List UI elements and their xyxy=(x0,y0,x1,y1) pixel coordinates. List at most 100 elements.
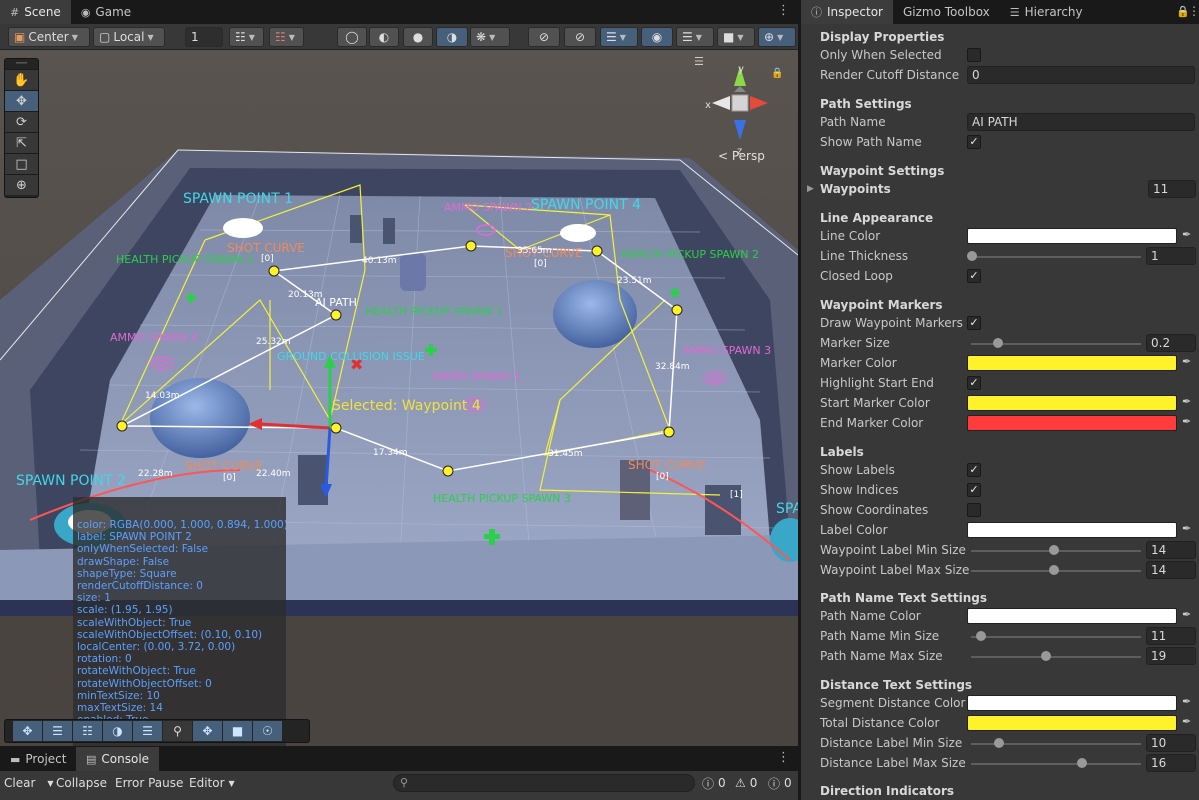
closed-loop-checkbox[interactable]: ✓ xyxy=(967,269,981,283)
highlight-start-end-checkbox[interactable]: ✓ xyxy=(967,376,981,390)
distance-label-min-field[interactable]: 10 xyxy=(1146,734,1196,752)
hamburger-icon[interactable]: ☰ xyxy=(694,55,704,68)
shaded-wireframe-button[interactable]: ◐ xyxy=(369,27,399,47)
wp-label-max-field[interactable]: 14 xyxy=(1146,561,1196,579)
camera-settings-dropdown[interactable]: ■ ▼ xyxy=(717,27,755,47)
eyedropper-icon[interactable]: ✒ xyxy=(1182,355,1191,368)
space-dropdown[interactable]: ▢ Local ▼ xyxy=(93,27,165,47)
draw-waypoint-markers-checkbox[interactable]: ✓ xyxy=(967,316,981,330)
overlay-pivot-button[interactable]: ✥ xyxy=(193,721,223,741)
eyedropper-icon[interactable]: ✒ xyxy=(1182,695,1191,708)
line-color-swatch[interactable] xyxy=(967,228,1177,244)
log-count-toggle[interactable]: ⓘ 0 xyxy=(698,773,730,793)
clear-button[interactable]: Clear ▼ xyxy=(0,773,58,793)
marker-size-field[interactable]: 0.2 xyxy=(1146,334,1196,352)
waypoints-foldout-label[interactable]: Waypoints xyxy=(820,182,891,196)
show-coordinates-checkbox[interactable] xyxy=(967,503,981,517)
wp-label-min-slider-knob[interactable] xyxy=(1049,545,1059,555)
unlit-shading-button[interactable]: ◑ xyxy=(436,27,468,47)
distance-label-max-slider[interactable] xyxy=(971,763,1141,765)
scene-viewport[interactable]: ✖ SPAWN POINT 1 SPAWN POINT 4 SPAWN POIN… xyxy=(0,50,798,746)
layers-visibility-dropdown[interactable]: ☰ ▼ xyxy=(676,27,714,47)
tab-scene[interactable]: # Scene xyxy=(0,0,71,24)
total-distance-color-swatch[interactable] xyxy=(967,715,1177,731)
scene-visibility-button[interactable]: ◉ xyxy=(641,27,673,47)
error-count-toggle[interactable]: ⓘ 0 xyxy=(764,773,796,793)
show-path-name-checkbox[interactable]: ✓ xyxy=(967,135,981,149)
overlay-compass-button[interactable]: ☉ xyxy=(253,721,283,741)
path-name-min-slider-knob[interactable] xyxy=(976,631,986,641)
scale-tool-button[interactable]: ⇱ xyxy=(5,132,38,153)
tab-gizmo-toolbox[interactable]: Gizmo Toolbox xyxy=(893,0,1000,24)
snap-increment-field[interactable]: 1 xyxy=(185,27,223,47)
console-search-input[interactable]: ⚲ xyxy=(393,774,695,792)
effects-dropdown[interactable]: ☰ ▼ xyxy=(600,27,638,47)
waypoints-count-field[interactable]: 11 xyxy=(1148,180,1196,198)
line-thickness-slider[interactable] xyxy=(971,256,1141,258)
start-marker-color-swatch[interactable] xyxy=(967,395,1177,411)
show-indices-checkbox[interactable]: ✓ xyxy=(967,483,981,497)
overlay-grid-button[interactable]: ☷ xyxy=(73,721,103,741)
tab-inspector[interactable]: ⓘ Inspector xyxy=(801,0,893,24)
end-marker-color-swatch[interactable] xyxy=(967,415,1177,431)
line-thickness-slider-knob[interactable] xyxy=(967,251,977,261)
eyedropper-icon[interactable]: ✒ xyxy=(1182,228,1191,241)
tab-game[interactable]: ◉ Game xyxy=(71,0,141,24)
path-name-max-slider-knob[interactable] xyxy=(1041,651,1051,661)
grid-visibility-dropdown[interactable]: ☷ ▼ xyxy=(269,27,304,47)
label-color-swatch[interactable] xyxy=(967,522,1177,538)
wp-label-min-field[interactable]: 14 xyxy=(1146,541,1196,559)
shaded-button[interactable]: ● xyxy=(403,27,433,47)
hand-tool-button[interactable]: ✋ xyxy=(5,69,38,90)
line-thickness-field[interactable]: 1 xyxy=(1146,247,1196,265)
render-cutoff-field[interactable]: 0 xyxy=(967,66,1195,84)
overlay-settings-button[interactable]: ☰ xyxy=(43,721,73,741)
marker-size-slider-knob[interactable] xyxy=(993,338,1003,348)
projection-toggle[interactable]: < Persp xyxy=(718,149,765,163)
move-tool-button[interactable]: ✥ xyxy=(5,90,38,111)
overlay-layers-button[interactable]: ☰ xyxy=(133,721,163,741)
distance-label-max-field[interactable]: 16 xyxy=(1146,754,1196,772)
foldout-arrow-icon[interactable]: ▶ xyxy=(807,184,814,194)
eyedropper-icon[interactable]: ✒ xyxy=(1182,522,1191,535)
path-name-color-swatch[interactable] xyxy=(967,608,1177,624)
wireframe-shading-button[interactable]: ◯ xyxy=(337,27,367,47)
tab-hierarchy[interactable]: ☰ Hierarchy xyxy=(1000,0,1093,24)
error-pause-button[interactable]: Error Pause xyxy=(111,773,187,793)
collapse-button[interactable]: Collapse xyxy=(52,773,111,793)
path-name-min-slider[interactable] xyxy=(971,636,1141,638)
overlay-camera-button[interactable]: ■ xyxy=(223,721,253,741)
wp-label-max-slider-knob[interactable] xyxy=(1049,565,1059,575)
distance-label-min-slider-knob[interactable] xyxy=(994,738,1004,748)
path-name-max-field[interactable]: 19 xyxy=(1146,647,1196,665)
marker-color-swatch[interactable] xyxy=(967,355,1177,371)
overlay-shading-button[interactable]: ◑ xyxy=(103,721,133,741)
gizmos-dropdown[interactable]: ⊕ ▼ xyxy=(758,27,796,47)
inspector-menu-icon[interactable]: ⋮ xyxy=(1188,4,1199,18)
console-menu-icon[interactable]: ⋮ xyxy=(777,750,790,765)
tab-console[interactable]: ▤ Console xyxy=(76,747,160,771)
lock-icon[interactable]: 🔒 xyxy=(771,68,783,79)
rect-tool-button[interactable]: □ xyxy=(5,153,38,174)
only-when-selected-checkbox[interactable] xyxy=(967,48,981,62)
warning-count-toggle[interactable]: ⚠ 0 xyxy=(731,773,761,793)
transform-tool-button[interactable]: ⊕ xyxy=(5,174,38,195)
overlay-search-button[interactable]: ⚲ xyxy=(163,721,193,741)
toggle-2d-button[interactable]: ⊘ xyxy=(528,27,560,47)
grid-snap-dropdown[interactable]: ☷ ▼ xyxy=(229,27,264,47)
debug-draw-mode-dropdown[interactable]: ❋ ▼ xyxy=(470,27,510,47)
path-name-max-slider[interactable] xyxy=(971,656,1141,658)
show-labels-checkbox[interactable]: ✓ xyxy=(967,463,981,477)
scene-menu-icon[interactable]: ⋮ xyxy=(777,3,790,18)
overlay-move-button[interactable]: ✥ xyxy=(13,721,43,741)
distance-label-max-slider-knob[interactable] xyxy=(1077,758,1087,768)
editor-dropdown[interactable]: Editor ▼ xyxy=(185,773,239,793)
segment-distance-color-swatch[interactable] xyxy=(967,695,1177,711)
eyedropper-icon[interactable]: ✒ xyxy=(1182,395,1191,408)
path-name-min-field[interactable]: 11 xyxy=(1146,627,1196,645)
drag-handle-icon[interactable]: ── xyxy=(5,59,38,69)
path-name-field[interactable]: AI PATH xyxy=(967,113,1195,131)
eyedropper-icon[interactable]: ✒ xyxy=(1182,715,1191,728)
tab-project[interactable]: ▬ Project xyxy=(0,747,76,771)
eyedropper-icon[interactable]: ✒ xyxy=(1182,415,1191,428)
